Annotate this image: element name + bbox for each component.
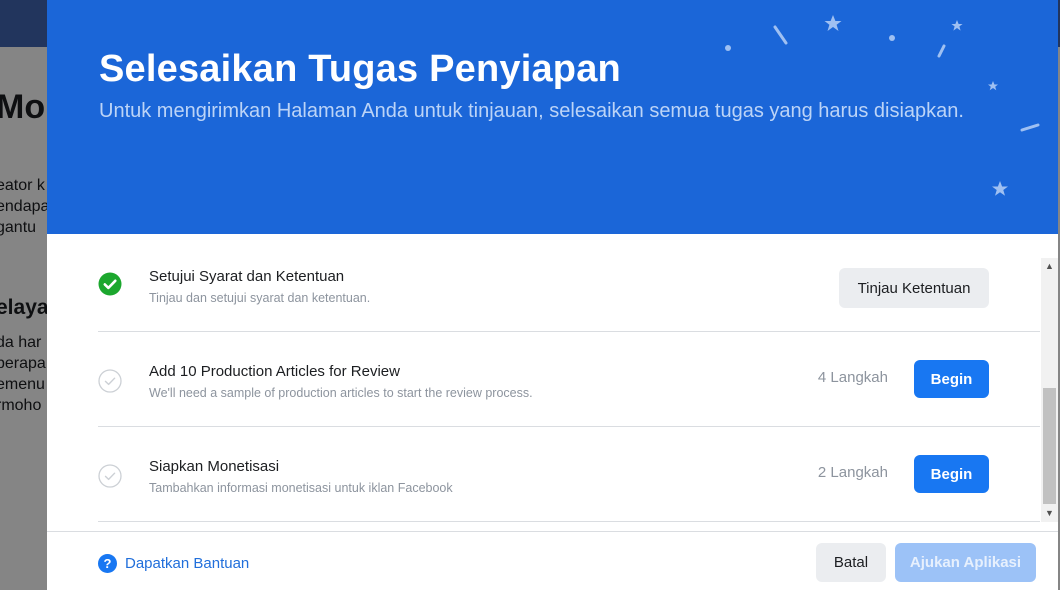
confetti-stick — [773, 25, 788, 45]
task-title: Add 10 Production Articles for Review — [149, 363, 400, 380]
dialog-subtitle: Untuk mengirimkan Halaman Anda untuk tin… — [99, 100, 964, 122]
cancel-button[interactable]: Batal — [816, 543, 886, 582]
question-circle-icon: ? — [98, 554, 117, 573]
get-help-link[interactable]: ? Dapatkan Bantuan — [98, 554, 249, 573]
setup-tasks-dialog: Selesaikan Tugas Penyiapan Untuk mengiri… — [47, 0, 1058, 590]
task-row-monetization: Siapkan Monetisasi Tambahkan informasi m… — [98, 427, 1040, 522]
task-description: Tambahkan informasi monetisasi untuk ikl… — [149, 481, 453, 495]
task-description: Tinjau dan setujui syarat dan ketentuan. — [149, 291, 371, 305]
task-steps-count: 2 Langkah — [817, 464, 888, 481]
dialog-title: Selesaikan Tugas Penyiapan — [99, 48, 621, 90]
task-title: Siapkan Monetisasi — [149, 458, 280, 475]
confetti-star — [824, 15, 842, 31]
task-list: Setujui Syarat dan Ketentuan Tinjau dan … — [47, 234, 1041, 522]
task-row-articles: Add 10 Production Articles for Review We… — [98, 332, 1040, 427]
check-circle-icon — [98, 272, 122, 296]
confetti-stick — [1020, 123, 1040, 132]
get-help-label: Dapatkan Bantuan — [125, 555, 250, 572]
scroll-up-arrow-icon[interactable]: ▲ — [1041, 258, 1058, 275]
scrollbar-thumb[interactable] — [1043, 388, 1056, 504]
confetti-stick — [937, 44, 946, 58]
task-title: Setujui Syarat dan Ketentuan — [149, 268, 345, 285]
confetti-star — [992, 181, 1008, 196]
task-row-terms: Setujui Syarat dan Ketentuan Tinjau dan … — [98, 237, 1040, 332]
review-terms-button[interactable]: Tinjau Ketentuan — [839, 268, 989, 308]
task-steps-count: 4 Langkah — [817, 369, 888, 386]
task-description: We'll need a sample of production articl… — [149, 386, 533, 400]
confetti-star — [951, 20, 963, 31]
begin-monetization-button[interactable]: Begin — [914, 455, 989, 493]
begin-articles-button[interactable]: Begin — [914, 360, 989, 398]
confetti-dot — [889, 35, 895, 41]
confetti-star — [988, 81, 998, 91]
check-circle-outline-icon — [98, 369, 122, 393]
task-list-scrollbar[interactable]: ▲ ▼ — [1041, 258, 1058, 522]
scroll-down-arrow-icon[interactable]: ▼ — [1041, 505, 1058, 522]
dialog-header: Selesaikan Tugas Penyiapan Untuk mengiri… — [47, 0, 1058, 234]
confetti-dot — [725, 45, 731, 51]
dialog-footer: ? Dapatkan Bantuan Batal Ajukan Aplikasi — [47, 531, 1058, 590]
check-circle-outline-icon — [98, 464, 122, 488]
submit-application-button[interactable]: Ajukan Aplikasi — [895, 543, 1036, 582]
